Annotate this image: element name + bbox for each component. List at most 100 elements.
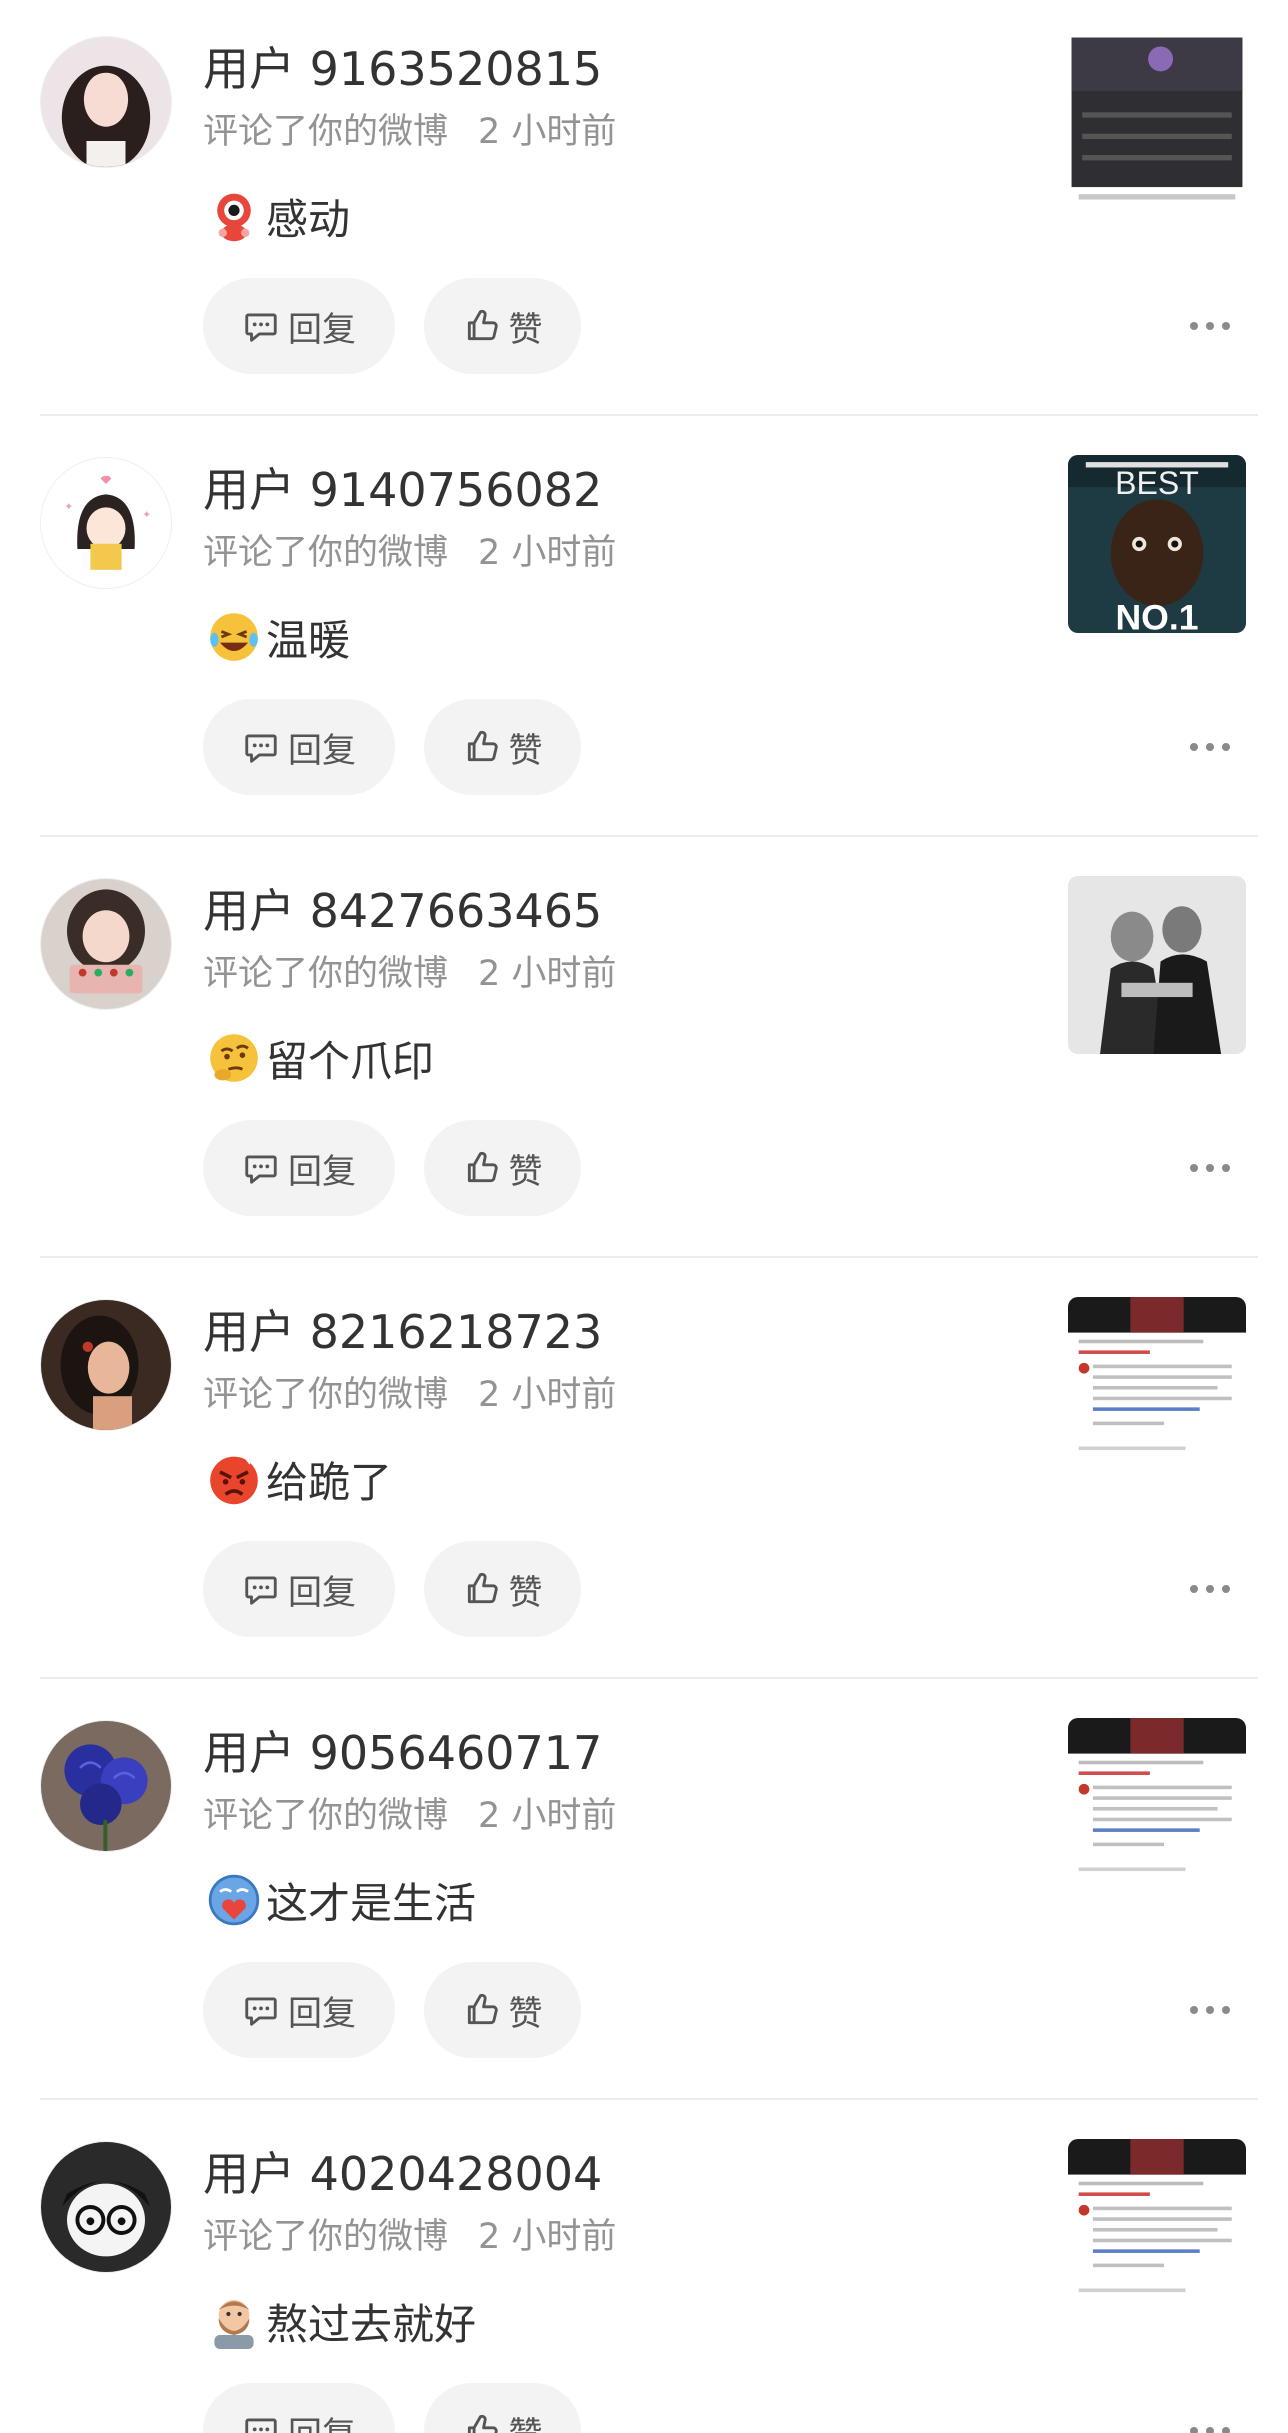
- action-text: 评论了你的微博: [203, 2217, 449, 2257]
- avatar[interactable]: [40, 1720, 172, 1852]
- divider: [40, 2098, 1258, 2100]
- reply-button[interactable]: 回复: [203, 278, 395, 374]
- reply-button[interactable]: 回复: [203, 1120, 395, 1216]
- comment[interactable]: 给跪了: [206, 1447, 392, 1511]
- like-label: 赞: [508, 309, 543, 350]
- like-button[interactable]: 赞: [424, 278, 581, 374]
- comment-bubble-icon: [242, 2412, 288, 2433]
- thumbs-up-icon: [463, 307, 509, 345]
- like-label: 赞: [508, 1572, 543, 1613]
- avatar[interactable]: ✦ ✦: [40, 457, 172, 589]
- meta-line: 评论了你的微博 2 小时前: [203, 1792, 616, 1840]
- timestamp: 2 小时前: [478, 112, 617, 152]
- more-options-icon[interactable]: [1190, 1998, 1230, 2022]
- svg-text:BEST: BEST: [1115, 465, 1199, 501]
- like-label: 赞: [508, 1151, 543, 1192]
- blue-heart-face-emoji: [206, 1872, 262, 1928]
- like-button[interactable]: 赞: [424, 1120, 581, 1216]
- avatar[interactable]: [40, 1299, 172, 1431]
- comment-text: 温暖: [266, 615, 351, 665]
- meta-line: 评论了你的微博 2 小时前: [203, 950, 616, 998]
- comment-text: 熬过去就好: [266, 2299, 477, 2349]
- timestamp: 2 小时前: [478, 1375, 617, 1415]
- thumbs-up-icon: [463, 1570, 509, 1608]
- thumbs-up-icon: [463, 2412, 509, 2433]
- reply-label: 回复: [288, 1993, 356, 2034]
- angry-emoji: [206, 1451, 262, 1507]
- meta-line: 评论了你的微博 2 小时前: [203, 529, 616, 577]
- action-text: 评论了你的微博: [203, 1375, 449, 1415]
- laughing-tears-emoji: [206, 609, 262, 665]
- comment[interactable]: 感动: [206, 184, 350, 248]
- username[interactable]: 用户 9163520815: [203, 38, 602, 100]
- timestamp: 2 小时前: [478, 2217, 617, 2257]
- comment[interactable]: 熬过去就好: [206, 2289, 476, 2353]
- username[interactable]: 用户 8427663465: [203, 880, 602, 942]
- reply-label: 回复: [288, 730, 356, 771]
- comment-bubble-icon: [242, 1149, 288, 1187]
- more-options-icon[interactable]: [1190, 1577, 1230, 1601]
- reply-label: 回复: [288, 2407, 356, 2433]
- svg-text:NO.1: NO.1: [1115, 597, 1198, 633]
- thinking-emoji: [206, 1030, 262, 1086]
- like-button[interactable]: 赞: [424, 1962, 581, 2058]
- reply-button[interactable]: 回复: [203, 699, 395, 795]
- reply-button[interactable]: 回复: [203, 1541, 395, 1637]
- comment-bubble-icon: [242, 1570, 288, 1608]
- post-thumbnail[interactable]: [1068, 876, 1246, 1054]
- notification-item[interactable]: 用户 8216218723 评论了你的微博 2 小时前给跪了回复 赞: [0, 1263, 1288, 1684]
- post-thumbnail[interactable]: [1068, 34, 1246, 212]
- post-thumbnail[interactable]: BEST NO.1: [1068, 455, 1246, 633]
- divider: [40, 1677, 1258, 1679]
- username[interactable]: 用户 9056460717: [203, 1722, 602, 1784]
- like-button[interactable]: 赞: [424, 699, 581, 795]
- like-button[interactable]: 赞: [424, 1541, 581, 1637]
- like-button[interactable]: 赞: [424, 2383, 581, 2433]
- like-label: 赞: [508, 730, 543, 771]
- thumbs-up-icon: [463, 728, 509, 766]
- username[interactable]: 用户 9140756082: [203, 459, 602, 521]
- more-options-icon[interactable]: [1190, 314, 1230, 338]
- thumbs-up-icon: [463, 1991, 509, 2029]
- username[interactable]: 用户 8216218723: [203, 1301, 602, 1363]
- divider: [40, 1256, 1258, 1258]
- more-options-icon[interactable]: [1190, 1156, 1230, 1180]
- notification-item[interactable]: 用户 4020428004 评论了你的微博 2 小时前熬过去就好回复 赞: [0, 2105, 1288, 2433]
- comment[interactable]: 留个爪印: [206, 1026, 434, 1090]
- timestamp: 2 小时前: [478, 1796, 617, 1836]
- avatar[interactable]: [40, 2141, 172, 2273]
- eye-mascot-emoji: [206, 188, 262, 244]
- action-text: 评论了你的微博: [203, 533, 449, 573]
- notification-item[interactable]: 用户 9056460717 评论了你的微博 2 小时前 这才是生活回复 赞: [0, 1684, 1288, 2105]
- more-options-icon[interactable]: [1190, 735, 1230, 759]
- comment-text: 给跪了: [266, 1457, 393, 1507]
- comment[interactable]: 温暖: [206, 605, 350, 669]
- reply-button[interactable]: 回复: [203, 1962, 395, 2058]
- reply-label: 回复: [288, 1572, 356, 1613]
- notification-item[interactable]: 用户 9163520815 评论了你的微博 2 小时前 感动 回复 赞: [0, 0, 1288, 421]
- like-label: 赞: [508, 1993, 543, 2034]
- reply-label: 回复: [288, 309, 356, 350]
- username[interactable]: 用户 4020428004: [203, 2143, 602, 2205]
- svg-text:✦: ✦: [142, 509, 151, 521]
- bearded-man-emoji: [206, 2293, 262, 2349]
- comment[interactable]: 这才是生活: [206, 1868, 476, 1932]
- meta-line: 评论了你的微博 2 小时前: [203, 2213, 616, 2261]
- thumbs-up-icon: [463, 1149, 509, 1187]
- action-text: 评论了你的微博: [203, 1796, 449, 1836]
- comment-bubble-icon: [242, 307, 288, 345]
- more-options-icon[interactable]: [1190, 2419, 1230, 2433]
- reply-button[interactable]: 回复: [203, 2383, 395, 2433]
- meta-line: 评论了你的微博 2 小时前: [203, 1371, 616, 1419]
- notification-item[interactable]: 用户 8427663465 评论了你的微博 2 小时前留个爪印回复 赞: [0, 842, 1288, 1263]
- post-thumbnail[interactable]: [1068, 2139, 1246, 2317]
- avatar[interactable]: [40, 878, 172, 1010]
- post-thumbnail[interactable]: [1068, 1297, 1246, 1475]
- like-label: 赞: [509, 2407, 543, 2433]
- notification-item[interactable]: ✦ ✦ 用户 9140756082 评论了你的微博 2 小时前 温暖 回复赞 BEST NO.1: [0, 421, 1288, 842]
- avatar[interactable]: [40, 36, 172, 168]
- comment-bubble-icon: [242, 728, 288, 766]
- divider: [40, 835, 1258, 837]
- post-thumbnail[interactable]: [1068, 1718, 1246, 1896]
- svg-text:✦: ✦: [64, 501, 73, 513]
